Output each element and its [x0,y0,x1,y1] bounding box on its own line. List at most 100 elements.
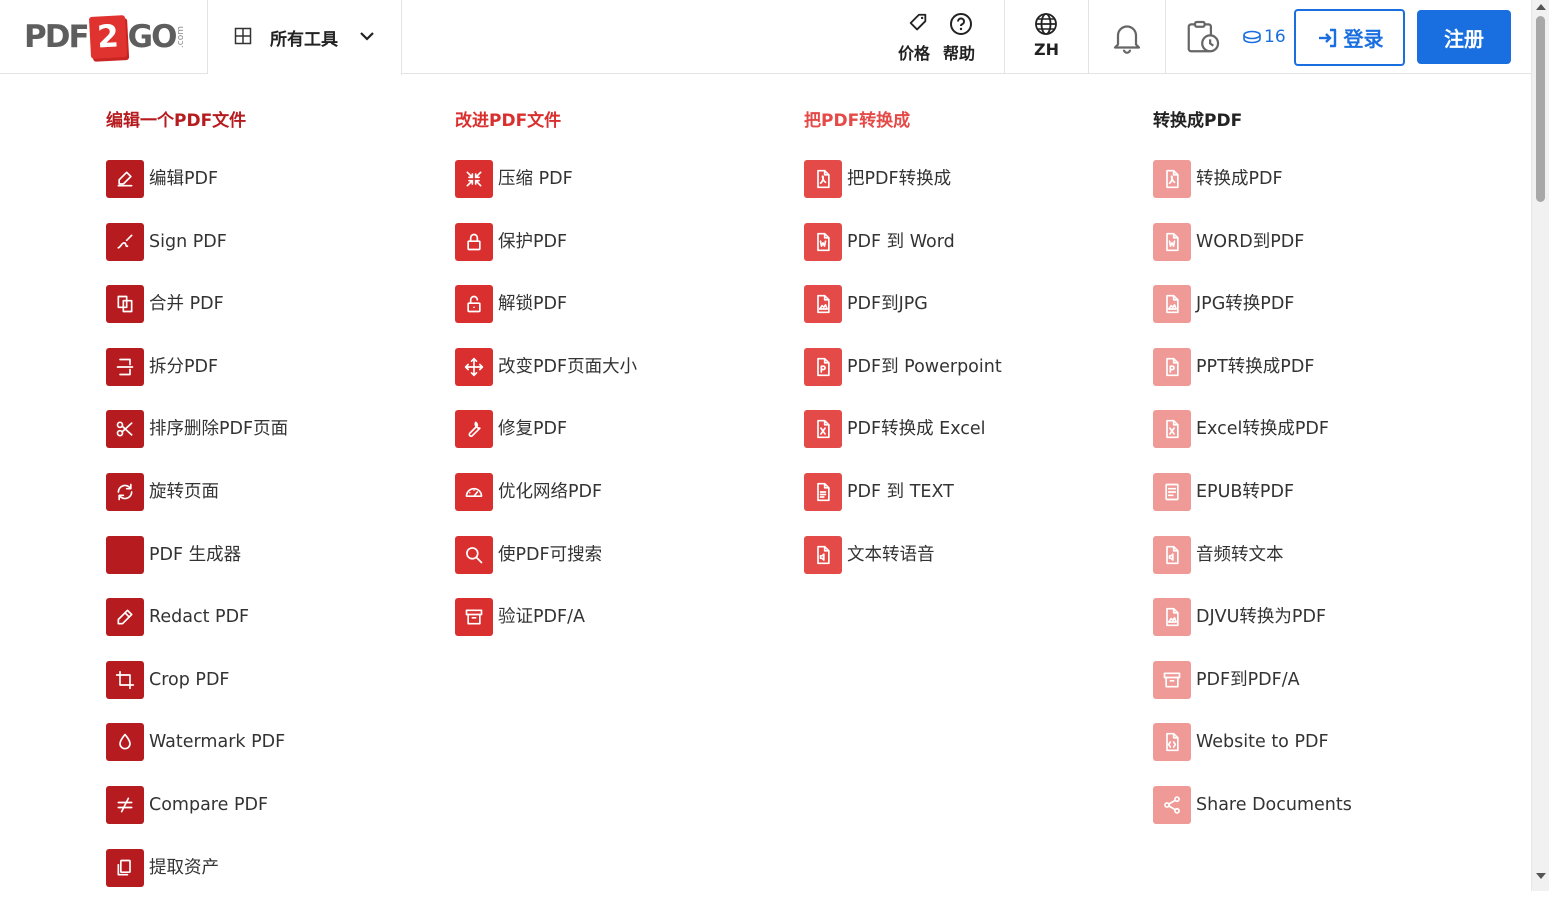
page-scrollbar[interactable] [1531,0,1549,891]
wrench-icon [455,410,493,449]
move-icon [455,347,493,386]
menu-item[interactable]: 使PDF可搜索 [455,535,637,599]
menu-item-label: 拆分PDF [149,356,219,377]
menu-item[interactable]: PDF到JPG [804,285,1002,348]
menu-item[interactable]: 编辑PDF [106,160,288,223]
book-icon [1153,472,1191,511]
menu-item[interactable]: JPG转换PDF [1153,285,1352,348]
blank-icon [106,535,144,574]
menu-item[interactable]: Redact PDF [106,598,288,661]
menu-item-label: PDF 到 TEXT [847,481,954,502]
menu-item[interactable]: 保护PDF [455,222,637,286]
menu-item[interactable]: 修复PDF [455,410,637,473]
menu-item[interactable]: Website to PDF [1153,723,1352,786]
file-code-icon [1153,723,1191,762]
menu-item[interactable]: Crop PDF [106,660,288,724]
menu-item-label: DJVU转换为PDF [1196,607,1327,628]
menu-item-label: 文本转语音 [847,544,935,565]
price-help-group: 价格 帮助 [888,0,1005,74]
price-label: 价格 [898,44,931,63]
menu-item-label: Watermark PDF [149,732,286,753]
not-equal-icon [106,785,144,824]
gauge-icon [455,472,493,511]
menu-item-label: PDF转换成 Excel [847,419,986,440]
all-tools-dropdown[interactable]: 所有工具 [208,0,402,75]
grid-icon [234,27,252,45]
menu-item[interactable]: 合并 PDF [106,285,288,348]
menu-item[interactable]: PDF 生成器 [106,535,288,599]
price-link[interactable]: 价格 [898,0,938,74]
menu-item-label: WORD到PDF [1196,231,1305,252]
menu-item-label: 保护PDF [498,231,568,252]
menu-item[interactable]: PDF到PDF/A [1153,660,1352,724]
menu-item[interactable]: 改变PDF页面大小 [455,347,638,411]
login-label: 登录 [1343,27,1384,51]
menu-item[interactable]: 压缩 PDF [455,160,637,223]
menu-item[interactable]: Share Documents [1153,785,1352,849]
menu-column-convert-to: 转换成PDF 转换成PDF WORD到PDF JPG转换PDF PPT转换成PDF Ex… [1153,110,1352,849]
login-button[interactable]: 登录 [1294,9,1405,66]
menu-item[interactable]: PDF 到 Word [804,222,1002,286]
split-icon [106,347,144,386]
menu-item-label: EPUB转PDF [1196,481,1295,502]
file-excel-icon [804,410,842,449]
extract-icon [106,848,144,887]
menu-item[interactable]: 把PDF转换成 [804,160,1002,223]
bell-icon [1113,25,1141,54]
column-title: 编辑一个PDF文件 [106,111,247,131]
language-label: ZH [1034,40,1059,59]
menu-item[interactable]: PPT转换成PDF [1153,347,1352,411]
menu-item[interactable]: Compare PDF [106,785,288,849]
menu-item-label: 改变PDF页面大小 [498,356,638,377]
help-link[interactable]: 帮助 [943,0,983,74]
menu-item[interactable]: PDF到 Powerpoint [804,347,1002,411]
language-selector[interactable]: ZH [1005,0,1089,74]
menu-item-label: Compare PDF [149,794,269,815]
login-icon [1318,28,1336,47]
menu-item[interactable]: EPUB转PDF [1153,472,1352,536]
credits-indicator[interactable]: 16 [1242,27,1286,47]
menu-item[interactable]: Watermark PDF [106,723,288,786]
menu-item-label: Crop PDF [149,669,230,690]
menu-item-label: 优化网络PDF [498,481,603,502]
menu-item[interactable]: 优化网络PDF [455,472,637,536]
notifications-button[interactable] [1089,0,1166,74]
menu-item[interactable]: PDF转换成 Excel [804,410,1002,473]
menu-item[interactable]: 转换成PDF [1153,160,1352,223]
pdf2go-logo[interactable]: PDF 2 GO .com [24,14,186,60]
menu-item[interactable]: Excel转换成PDF [1153,410,1352,473]
pencil-icon [106,598,144,637]
merge-icon [106,285,144,324]
signup-button[interactable]: 注册 [1417,10,1511,64]
menu-item-label: 使PDF可搜索 [498,544,603,565]
logo-area: PDF 2 GO .com [0,0,208,74]
scroll-down-arrow-icon[interactable] [1536,873,1546,879]
menu-item[interactable]: WORD到PDF [1153,222,1352,286]
column-title: 把PDF转换成 [804,111,911,131]
crop-icon [106,660,144,699]
column-title: 改进PDF文件 [455,111,562,131]
menu-item[interactable]: 文本转语音 [804,535,1002,599]
menu-item[interactable]: 提取资产 [106,848,288,911]
menu-item[interactable]: Sign PDF [106,222,288,286]
chevron-down-icon [360,32,374,41]
menu-item-label: Website to PDF [1196,732,1329,753]
scroll-up-arrow-icon[interactable] [1536,4,1546,10]
menu-item[interactable]: 旋转页面 [106,472,288,536]
menu-item[interactable]: 验证PDF/A [455,598,637,661]
top-header: PDF 2 GO .com 所有工具 价格 帮助 ZH 16 登录 注册 [0,0,1531,75]
rotate-icon [106,472,144,511]
menu-item[interactable]: 排序删除PDF页面 [106,410,288,473]
file-powerpoint-icon [804,347,842,386]
menu-item-label: 编辑PDF [149,169,219,189]
menu-item-label: 提取资产 [149,857,219,878]
menu-item[interactable]: 解锁PDF [455,285,637,348]
scroll-thumb[interactable] [1536,16,1545,202]
file-pdf-icon [1153,160,1191,198]
tasks-button[interactable] [1166,0,1241,74]
menu-item[interactable]: 拆分PDF [106,347,288,411]
menu-item[interactable]: PDF 到 TEXT [804,472,1002,536]
menu-item[interactable]: 音频转文本 [1153,535,1352,599]
menu-column-edit: 编辑一个PDF文件 编辑PDF Sign PDF 合并 PDF 拆分PDF 排序删除PD… [106,110,288,911]
menu-item[interactable]: DJVU转换为PDF [1153,598,1352,661]
